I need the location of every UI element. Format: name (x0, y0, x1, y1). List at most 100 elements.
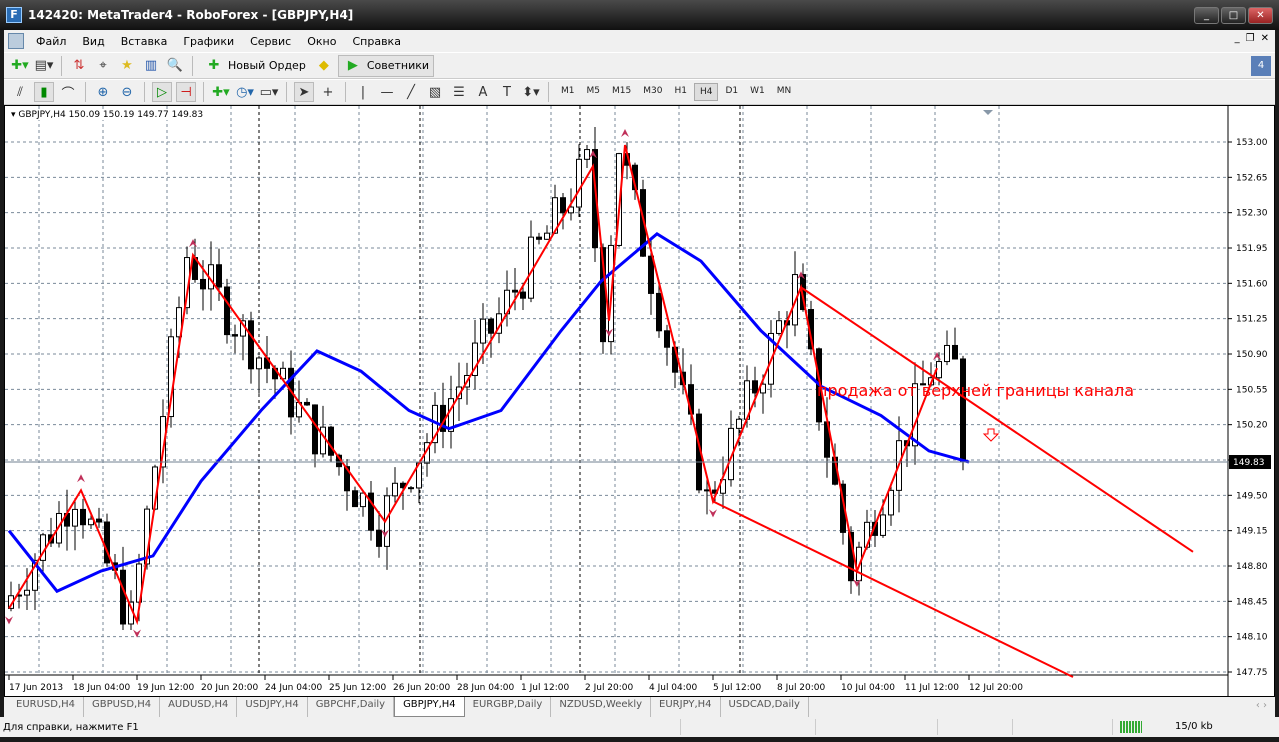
chart-tab[interactable]: GBPUSD,H4 (84, 697, 161, 717)
bar-chart-icon[interactable]: ⫽ (10, 82, 30, 102)
price-tick-label: 151.25 (1236, 315, 1268, 325)
app-logo-icon: F (6, 7, 22, 23)
crosshair-icon[interactable]: + (318, 82, 338, 102)
bear-candle (960, 358, 966, 463)
favorites-icon[interactable]: ★ (117, 56, 137, 76)
price-chart[interactable]: 153.00 152.65 152.30 151.95 151.60 151.25 150.… (5, 106, 1274, 696)
status-bar: Для справки, нажмите F1 15/0 kb (0, 717, 1279, 737)
chart-tab[interactable]: GBPJPY,H4 (394, 697, 465, 717)
chart-window[interactable]: ▾ GBPJPY,H4 150.09 150.19 149.77 149.83 … (4, 105, 1275, 697)
chart-tab[interactable]: EURUSD,H4 (8, 697, 85, 717)
text-label-icon[interactable]: T (497, 82, 517, 102)
maximize-button[interactable]: □ (1221, 7, 1246, 24)
market-watch-icon[interactable]: ⇅ (69, 56, 89, 76)
document-icon[interactable] (8, 33, 24, 49)
time-tick-label: 20 Jun 20:00 (201, 683, 258, 693)
trendline-icon[interactable]: ╱ (401, 82, 421, 102)
chart-tab[interactable]: EURJPY,H4 (651, 697, 721, 717)
arrows-icon[interactable]: ⬍▾ (521, 82, 541, 102)
timeframe-m30[interactable]: M30 (638, 83, 667, 101)
timeframe-h1[interactable]: H1 (669, 83, 692, 101)
bull-candle (320, 426, 326, 455)
timeframe-d1[interactable]: D1 (720, 83, 743, 101)
bull-candle (72, 508, 78, 527)
chart-tab[interactable]: EURGBP,Daily (465, 697, 552, 717)
menu-charts[interactable]: Графики (175, 35, 242, 48)
timeframe-m5[interactable]: M5 (582, 83, 606, 101)
bear-candle (656, 292, 662, 332)
timeframe-m1[interactable]: M1 (556, 83, 580, 101)
timeframe-w1[interactable]: W1 (745, 83, 770, 101)
fractal-down-arrow-icon (709, 509, 717, 518)
bull-candle (880, 514, 886, 536)
timeframe-mn[interactable]: MN (772, 83, 797, 101)
status-help-text: Для справки, нажмите F1 (3, 721, 139, 733)
autoscroll-icon[interactable]: ▷ (152, 82, 172, 102)
terminal-icon[interactable]: ▥ (141, 56, 161, 76)
timeframe-m15[interactable]: M15 (607, 83, 636, 101)
time-tick-label: 10 Jul 04:00 (841, 683, 895, 693)
periods-icon[interactable]: ◷▾ (235, 82, 255, 102)
price-tick-label: 151.60 (1236, 279, 1268, 289)
chart-tab[interactable]: GBPCHF,Daily (308, 697, 395, 717)
zoom-out-icon[interactable]: ⊖ (117, 82, 137, 102)
experts-button[interactable]: ▶ Советники (337, 54, 435, 77)
zoom-in-icon[interactable]: ⊕ (93, 82, 113, 102)
horizontal-line-icon[interactable]: — (377, 82, 397, 102)
time-tick-label: 26 Jun 20:00 (393, 683, 450, 693)
chart-tab[interactable]: USDJPY,H4 (237, 697, 308, 717)
new-order-button[interactable]: ✚ Новый Ордер (200, 55, 310, 77)
bear-candle (328, 426, 334, 456)
chart-tab[interactable]: NZDUSD,Weekly (551, 697, 652, 717)
time-tick-label: 18 Jun 04:00 (73, 683, 130, 693)
menu-file[interactable]: Файл (28, 35, 74, 48)
tab-scroll-arrows[interactable]: ‹ › (1256, 700, 1267, 711)
strategy-tester-icon[interactable]: 🔍 (165, 56, 185, 76)
time-tick-label: 5 Jul 12:00 (713, 683, 762, 693)
child-minimize-button[interactable]: _ (1235, 33, 1240, 44)
bear-candle (376, 529, 382, 547)
candlestick-icon[interactable]: ▮ (34, 82, 54, 102)
menu-tools[interactable]: Сервис (242, 35, 299, 48)
menu-insert[interactable]: Вставка (113, 35, 176, 48)
bear-candle (512, 289, 518, 293)
price-tick-label: 153.00 (1236, 138, 1268, 148)
warning-icon[interactable]: ◆ (314, 56, 334, 76)
time-tick-label: 12 Jul 20:00 (969, 683, 1023, 693)
bear-candle (312, 404, 318, 455)
vertical-line-icon[interactable]: | (353, 82, 373, 102)
child-close-button[interactable]: ✕ (1261, 33, 1269, 44)
menu-view[interactable]: Вид (74, 35, 112, 48)
fractal-up-arrow-icon (189, 239, 197, 248)
window-title: 142420: MetaTrader4 - RoboForex - [GBPJP… (28, 8, 354, 22)
minimize-button[interactable]: _ (1194, 7, 1219, 24)
fractal-up-arrow-icon (621, 129, 629, 138)
bull-candle (544, 232, 550, 240)
bear-candle (408, 487, 414, 490)
menu-window[interactable]: Окно (299, 35, 344, 48)
fibonacci-icon[interactable]: ☰ (449, 82, 469, 102)
cursor-icon[interactable]: ➤ (294, 82, 314, 102)
time-tick-label: 25 Jun 12:00 (329, 683, 386, 693)
equidistant-channel-icon[interactable]: ▧ (425, 82, 445, 102)
text-icon[interactable]: A (473, 82, 493, 102)
indicators-icon[interactable]: ✚▾ (211, 82, 231, 102)
new-chart-icon[interactable]: ✚▾ (10, 56, 30, 76)
chart-tab[interactable]: USDCAD,Daily (721, 697, 809, 717)
time-tick-label: 1 Jul 12:00 (521, 683, 570, 693)
notification-icon[interactable]: 4 (1251, 56, 1271, 76)
navigator-icon[interactable]: ⌖ (93, 56, 113, 76)
timeframe-h4[interactable]: H4 (693, 83, 719, 101)
price-tick-label: 150.20 (1236, 421, 1268, 431)
profiles-icon[interactable]: ▤▾ (34, 56, 54, 76)
chart-shift-icon[interactable]: ⊣ (176, 82, 196, 102)
child-restore-button[interactable]: ❐ (1246, 33, 1255, 44)
templates-icon[interactable]: ▭▾ (259, 82, 279, 102)
menu-help[interactable]: Справка (344, 35, 408, 48)
line-chart-icon[interactable]: ⌒ (58, 82, 78, 102)
bull-candle (584, 149, 590, 160)
bear-candle (96, 518, 102, 523)
chart-tab[interactable]: AUDUSD,H4 (160, 697, 238, 717)
close-button[interactable]: ✕ (1248, 7, 1273, 24)
bear-candle (520, 291, 526, 299)
